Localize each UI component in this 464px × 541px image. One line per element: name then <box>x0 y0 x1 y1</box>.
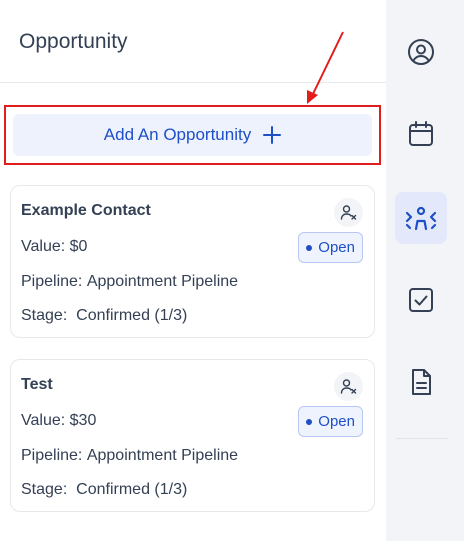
card-value-row: Value: $30 <box>21 412 96 430</box>
value-label: Value: <box>21 238 66 255</box>
document-icon <box>412 369 431 395</box>
user-circle-icon <box>408 39 434 65</box>
user-remove-icon <box>340 379 357 394</box>
status-badge: Open <box>298 232 363 263</box>
add-opportunity-button[interactable]: Add An Opportunity <box>13 114 372 156</box>
card-contact-name: Example Contact <box>21 202 151 219</box>
card-value-row: Value: $0 <box>21 238 87 256</box>
card-stage-row: Stage: Confirmed (1/3) <box>21 481 187 499</box>
rail-item-opportunities[interactable] <box>395 192 447 244</box>
status-dot-icon <box>306 244 313 251</box>
opportunity-icon <box>405 206 437 231</box>
card-pipeline-row: Pipeline: Appointment Pipeline <box>21 273 238 291</box>
status-badge: Open <box>298 406 363 437</box>
card-stage-row: Stage: Confirmed (1/3) <box>21 307 187 325</box>
checkbox-icon <box>409 288 433 312</box>
stage-value: Confirmed (1/3) <box>76 481 188 498</box>
remove-contact-button[interactable] <box>334 198 363 227</box>
rail-item-calendar[interactable] <box>395 108 447 160</box>
card-pipeline-row: Pipeline: Appointment Pipeline <box>21 447 238 465</box>
rail-item-notes[interactable] <box>395 356 447 408</box>
rail-divider <box>396 438 448 439</box>
opportunity-panel: Opportunity Add An Opportunity Example C… <box>0 0 386 541</box>
highlight-box: Add An Opportunity <box>4 105 381 165</box>
value-amount: $30 <box>69 412 97 429</box>
plus-icon <box>263 126 282 144</box>
remove-contact-button[interactable] <box>334 372 363 401</box>
card-contact-name: Test <box>21 376 53 393</box>
pipeline-value: Appointment Pipeline <box>86 273 239 290</box>
add-opportunity-label: Add An Opportunity <box>103 125 252 144</box>
status-text: Open <box>318 413 355 430</box>
pipeline-value: Appointment Pipeline <box>86 447 239 464</box>
right-icon-rail <box>386 0 464 541</box>
value-amount: $0 <box>69 238 88 255</box>
rail-item-tasks[interactable] <box>395 274 447 326</box>
annotation-arrow <box>307 31 344 104</box>
value-label: Value: <box>21 412 66 429</box>
opportunity-card[interactable]: Example Contact Value: $0 Open Pipeline:… <box>10 185 375 338</box>
stage-value: Confirmed (1/3) <box>76 307 188 324</box>
user-remove-icon <box>340 205 357 220</box>
opportunity-card[interactable]: Test Value: $30 Open Pipeline: Appointme… <box>10 359 375 512</box>
pipeline-label: Pipeline: <box>21 273 83 290</box>
pipeline-label: Pipeline: <box>21 447 83 464</box>
status-dot-icon <box>306 418 313 425</box>
stage-label: Stage: <box>21 307 68 324</box>
rail-item-contact[interactable] <box>395 26 447 78</box>
status-text: Open <box>318 239 355 256</box>
stage-label: Stage: <box>21 481 68 498</box>
calendar-icon <box>409 121 433 146</box>
